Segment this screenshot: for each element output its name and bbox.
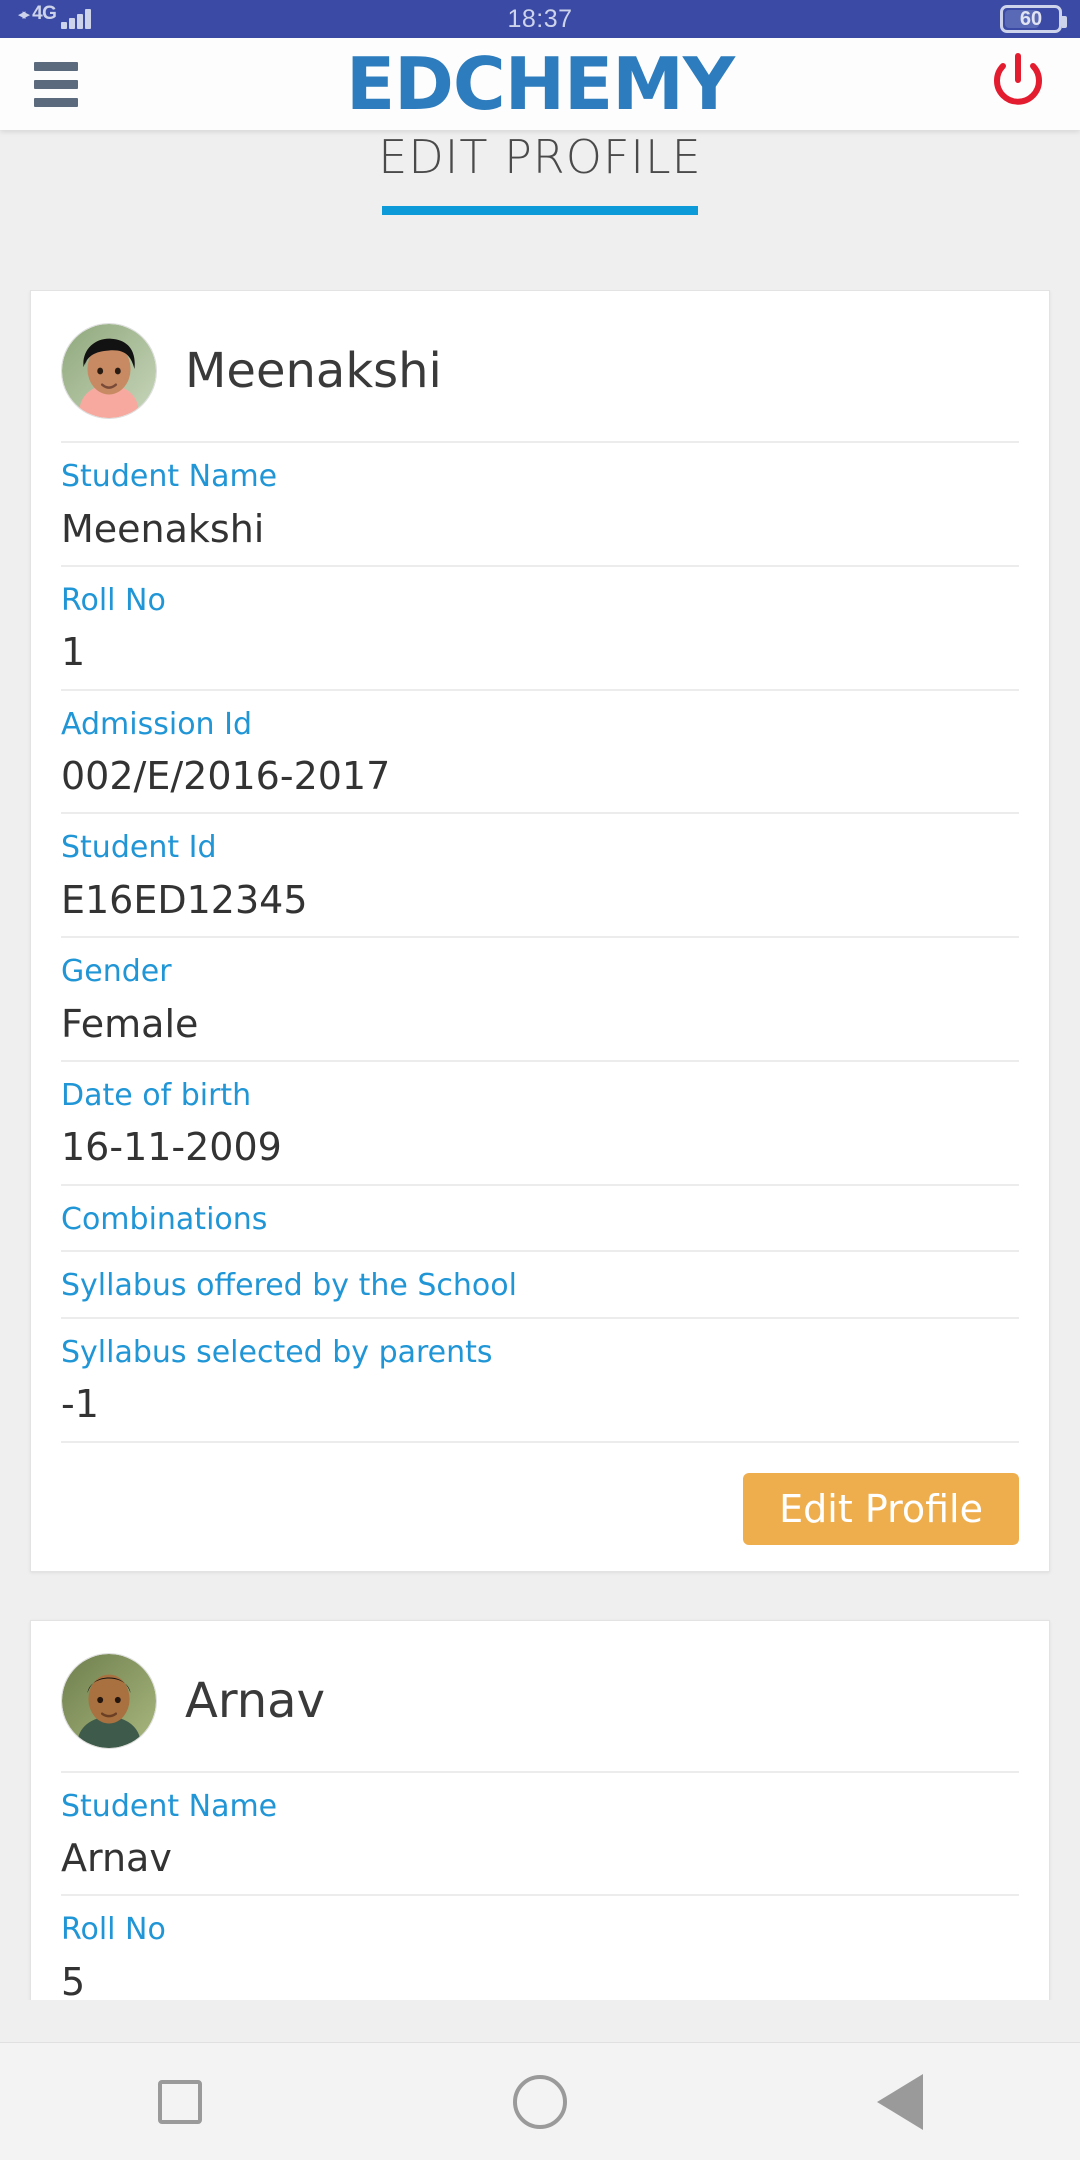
- student-profile-card: Arnav Student Name Arnav Roll No 5 Admis…: [30, 1619, 1050, 2000]
- field-value: 002/E/2016-2017: [61, 754, 391, 799]
- card-actions: Edit Profile: [61, 1443, 1019, 1545]
- status-bar: ◂▸ 4G 18:37 60: [0, 0, 1080, 38]
- student-avatar-meenakshi: [61, 323, 157, 419]
- page-title-section: EDIT PROFILE: [0, 130, 1080, 215]
- power-logout-icon[interactable]: [990, 52, 1046, 116]
- field-label: Syllabus offered by the School: [61, 1268, 517, 1304]
- student-name-heading: Meenakshi: [185, 343, 442, 399]
- student-name-heading: Arnav: [185, 1672, 325, 1729]
- field-label: Syllabus selected by parents: [61, 1334, 493, 1370]
- field-value: E16ED12345: [61, 877, 308, 922]
- app-logo: EDCHEMY: [345, 42, 735, 126]
- student-profile-card: Meenakshi Student Name Meenakshi Roll No…: [30, 290, 1050, 1572]
- status-bar-right: 60: [1000, 5, 1067, 33]
- student-avatar-arnav: [61, 1652, 157, 1749]
- edit-profile-button[interactable]: Edit Profile: [743, 1472, 1019, 1545]
- app-screen: ◂▸ 4G 18:37 60 EDCHEMY EDIT PROFILE Meen…: [0, 0, 1080, 2160]
- field-roll-no: Roll No 5: [61, 1896, 1019, 2000]
- field-label: Student Name: [61, 459, 278, 494]
- field-gender: Gender Female: [61, 938, 1019, 1062]
- field-label: Roll No: [61, 582, 166, 618]
- field-student-name: Student Name Meenakshi: [61, 443, 1019, 567]
- field-value: Female: [61, 1001, 199, 1046]
- field-value: Meenakshi: [61, 506, 265, 551]
- android-navigation-bar: [0, 2042, 1080, 2160]
- status-bar-clock: 18:37: [507, 4, 573, 33]
- field-label: Date of birth: [61, 1077, 252, 1113]
- field-value: -1: [61, 1382, 99, 1427]
- field-date-of-birth: Date of birth 16-11-2009: [61, 1062, 1019, 1186]
- field-label: Roll No: [61, 1912, 166, 1948]
- field-student-name: Student Name Arnav: [61, 1773, 1019, 1897]
- field-label: Admission Id: [61, 706, 252, 742]
- field-label: Combinations: [61, 1201, 268, 1237]
- square-recents-icon[interactable]: [120, 2043, 240, 2160]
- field-admission-id: Admission Id 002/E/2016-2017: [61, 691, 1019, 815]
- hamburger-menu-icon[interactable]: [34, 61, 78, 107]
- card-header: Arnav: [61, 1643, 1019, 1773]
- field-roll-no: Roll No 1: [61, 567, 1019, 691]
- field-value: 16-11-2009: [61, 1125, 282, 1170]
- circle-home-icon[interactable]: [480, 2043, 600, 2160]
- triangle-back-icon[interactable]: [840, 2043, 960, 2160]
- card-header: Meenakshi: [61, 313, 1019, 443]
- app-header: EDCHEMY: [0, 38, 1080, 130]
- field-value: Arnav: [61, 1836, 172, 1881]
- field-syllabus-selected: Syllabus selected by parents -1: [61, 1319, 1019, 1443]
- battery-icon: 60: [1000, 5, 1067, 33]
- field-value: 1: [61, 630, 86, 675]
- field-value: 5: [61, 1959, 86, 2000]
- field-label: Student Name: [61, 1788, 278, 1824]
- field-label: Student Id: [61, 830, 217, 866]
- page-title: EDIT PROFILE: [378, 130, 702, 184]
- field-student-id: Student Id E16ED12345: [61, 814, 1019, 939]
- field-combinations: Combinations: [61, 1186, 1019, 1253]
- field-syllabus-offered: Syllabus offered by the School: [61, 1252, 1019, 1319]
- battery-level-label: 60: [1019, 7, 1043, 30]
- field-label: Gender: [61, 954, 172, 990]
- page-title-underline: [382, 206, 698, 215]
- profile-list[interactable]: Meenakshi Student Name Meenakshi Roll No…: [0, 290, 1080, 2000]
